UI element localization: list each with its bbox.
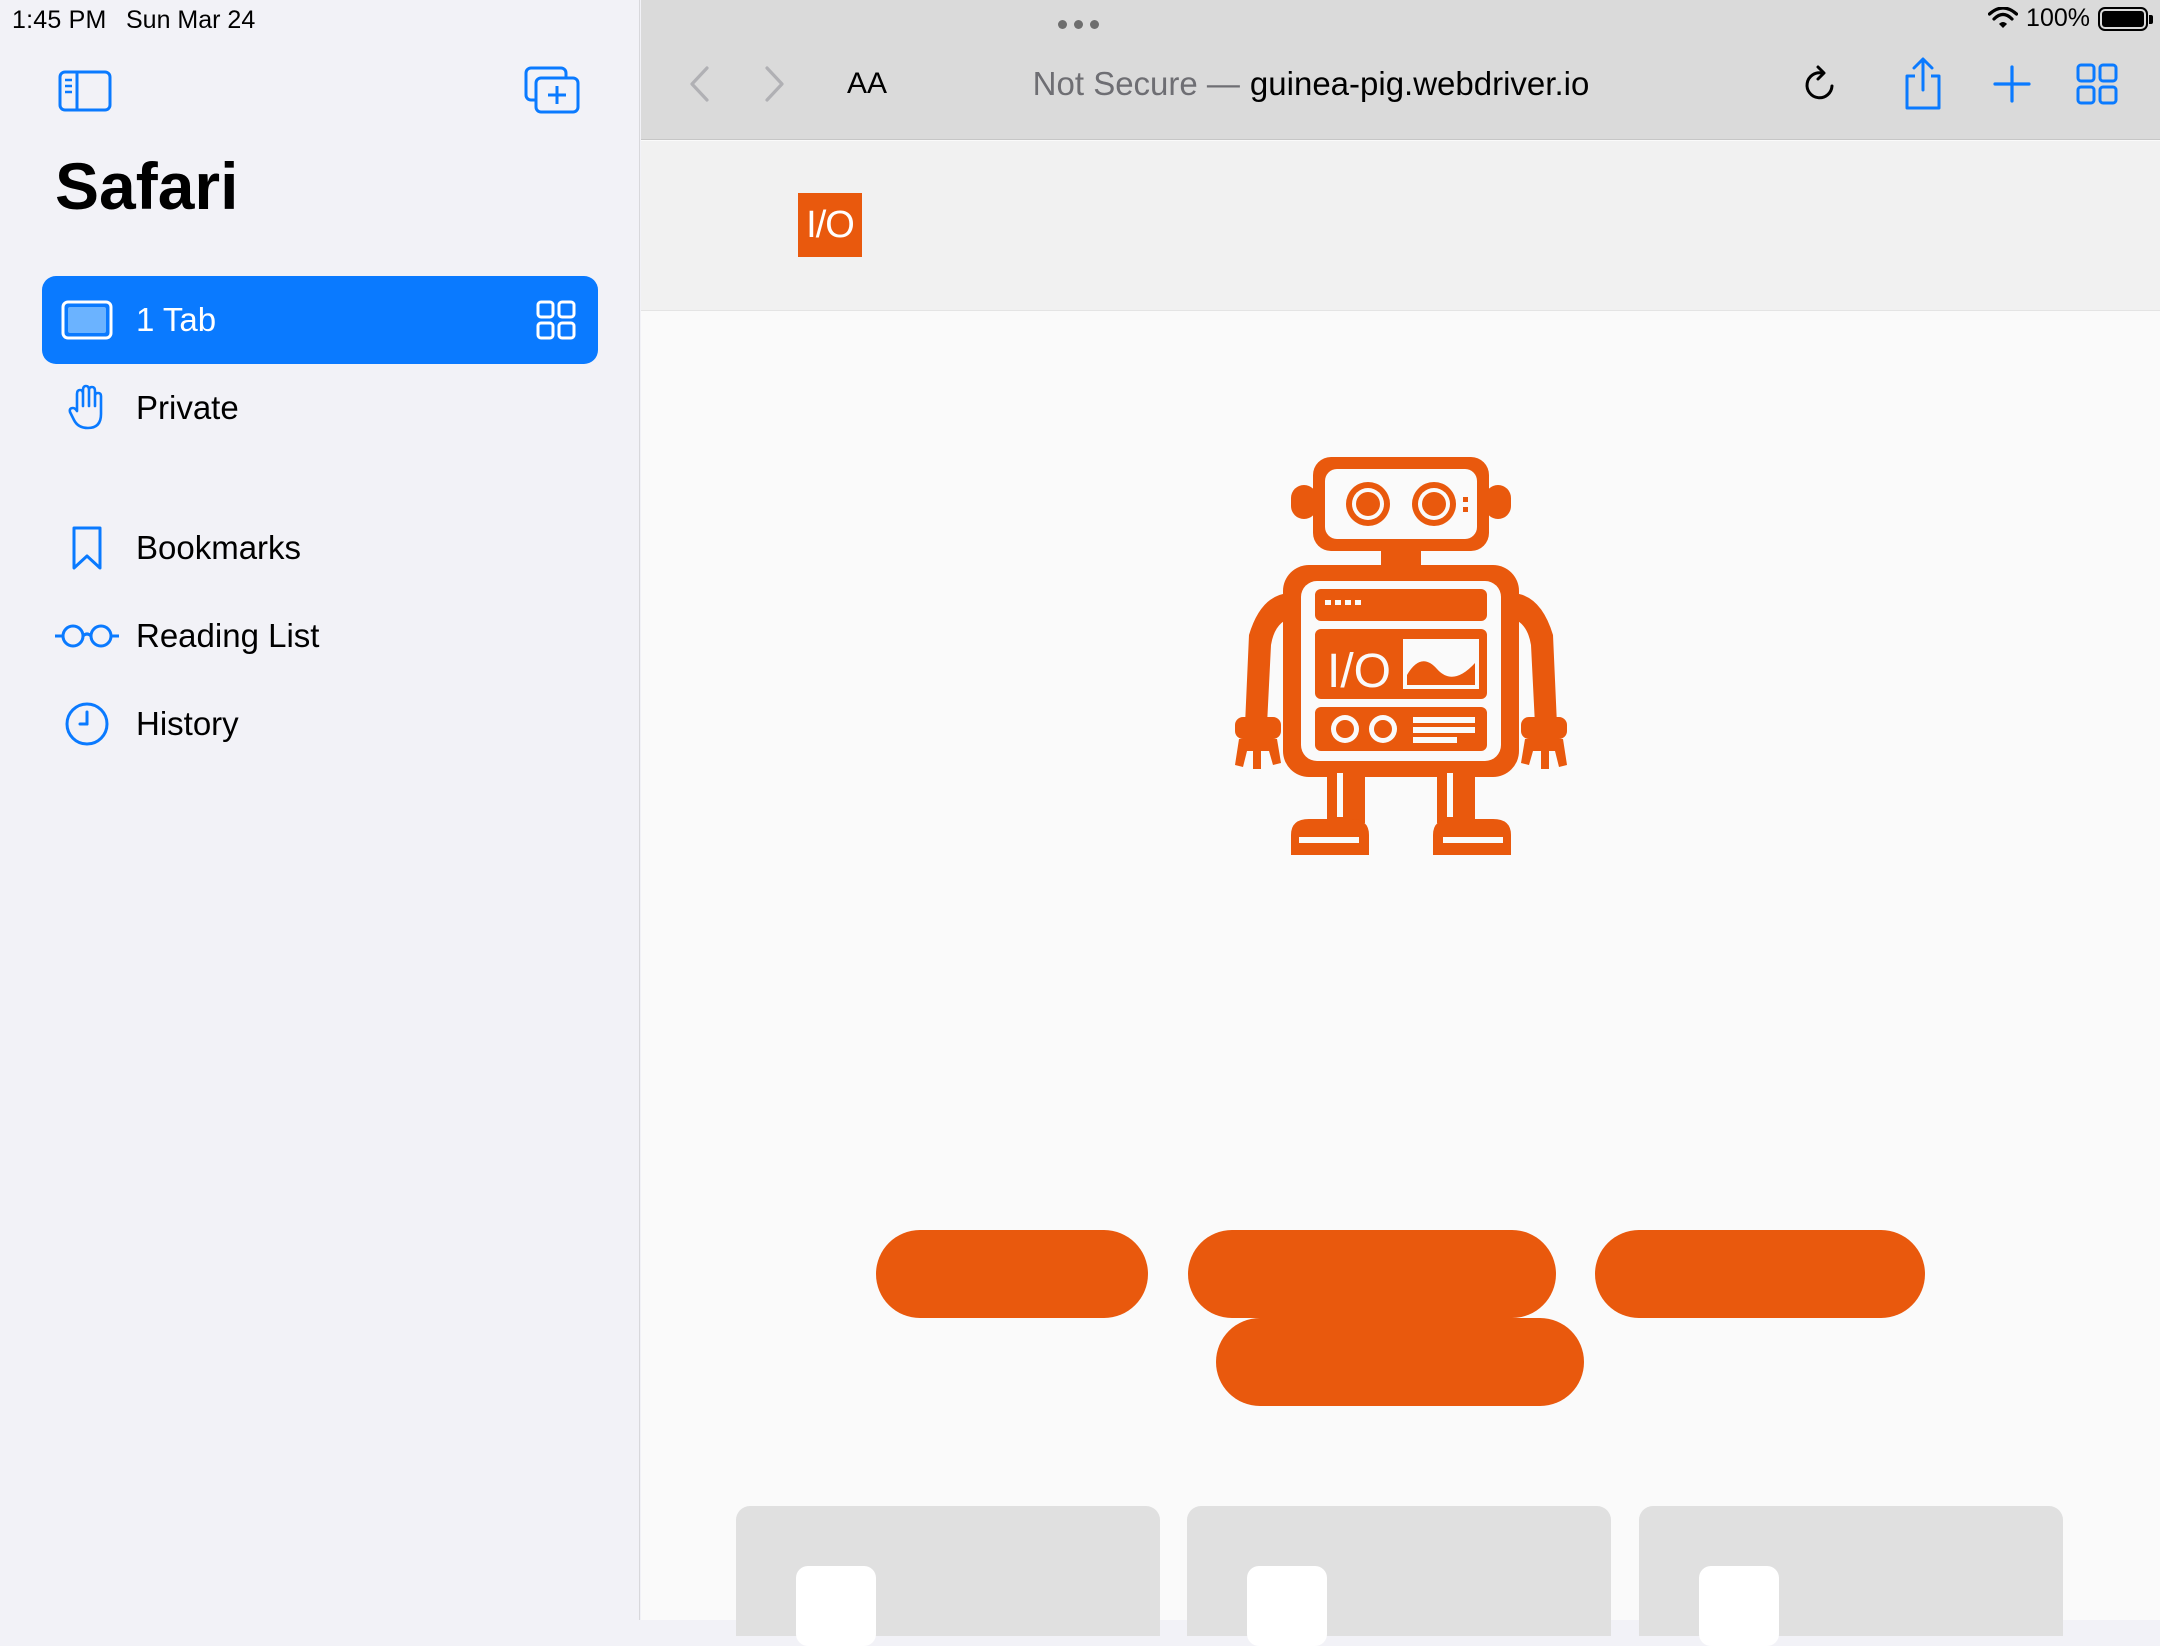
battery-percent: 100% [2026,4,2090,32]
tab-overview-icon[interactable] [536,300,576,340]
plus-icon [1993,65,2031,103]
forward-button[interactable] [755,58,795,110]
security-indicator: Not Secure — [1032,65,1240,102]
status-time: 1:45 PM [12,6,107,34]
bookmark-icon [42,504,132,592]
sidebar-item-tabs[interactable]: 1 Tab [42,276,598,364]
site-logo[interactable]: I/O [798,193,862,257]
robot-illustration: I/O [1235,457,1567,855]
sidebar-item-label: History [136,705,239,742]
reload-icon [1805,65,1834,100]
card-thumbnail [1699,1566,1779,1646]
sidebar-item-private[interactable]: Private [42,364,598,452]
sidebar-toggle-button[interactable] [58,68,112,114]
new-tab-group-icon [524,66,580,114]
nav-button-4[interactable] [1216,1318,1584,1406]
card-thumbnail [1247,1566,1327,1646]
sidebar-item-bookmarks[interactable]: Bookmarks [42,504,598,592]
sidebar-item-label: Bookmarks [136,529,302,566]
reload-button[interactable] [1798,58,1842,110]
sidebar-icon [58,70,112,112]
sidebar: 1:45 PM Sun Mar 24 Safari 1 Tab Private … [0,0,640,1620]
card-thumbnail [796,1566,876,1646]
status-indicators: 100% [1988,4,2153,33]
clock-icon [42,680,132,768]
content-card[interactable] [736,1506,1160,1646]
text-size-label: AA [846,67,888,100]
address-bar[interactable]: Not Secure — guinea-pig.webdriver.io [941,58,1681,110]
back-button[interactable] [679,58,719,110]
hand-icon [42,364,132,452]
wifi-icon [1988,6,2019,28]
content-card[interactable] [1187,1506,1611,1646]
sidebar-title: Safari [55,149,239,223]
sidebar-item-label: 1 Tab [136,301,217,338]
sidebar-item-label: Private [136,389,239,426]
robot-screen-text: I/O [1327,645,1391,698]
glasses-icon [42,592,132,680]
site-logo-text: I/O [806,203,855,246]
page-settings-button[interactable]: AA [837,58,897,110]
chevron-left-icon [690,66,709,102]
content-card[interactable] [1639,1506,2063,1646]
address-host: guinea-pig.webdriver.io [1249,65,1590,102]
browser-pane: 100% AA Not Secure — guinea-pig.webdrive… [641,0,2160,1646]
multitasking-handle[interactable] [1058,20,1099,29]
nav-button-1[interactable] [876,1230,1148,1318]
browser-toolbar: 100% AA Not Secure — guinea-pig.webdrive… [641,0,2160,140]
nav-button-2[interactable] [1188,1230,1556,1318]
ipad-icon [42,276,132,364]
sidebar-item-history[interactable]: History [42,680,598,768]
sidebar-item-reading-list[interactable]: Reading List [42,592,598,680]
share-button[interactable] [1897,54,1949,114]
nav-button-3[interactable] [1595,1230,1925,1318]
tab-overview-button[interactable] [2071,58,2123,110]
chevron-right-icon [765,66,784,102]
tab-overview-icon [2076,63,2118,105]
site-header: I/O [641,141,2160,311]
battery-icon [2098,6,2153,31]
status-date: Sun Mar 24 [126,6,256,34]
new-tab-button[interactable] [1986,58,2038,110]
new-tab-group-button[interactable] [524,64,580,116]
share-icon [1905,57,1941,110]
sidebar-item-label: Reading List [136,617,320,654]
